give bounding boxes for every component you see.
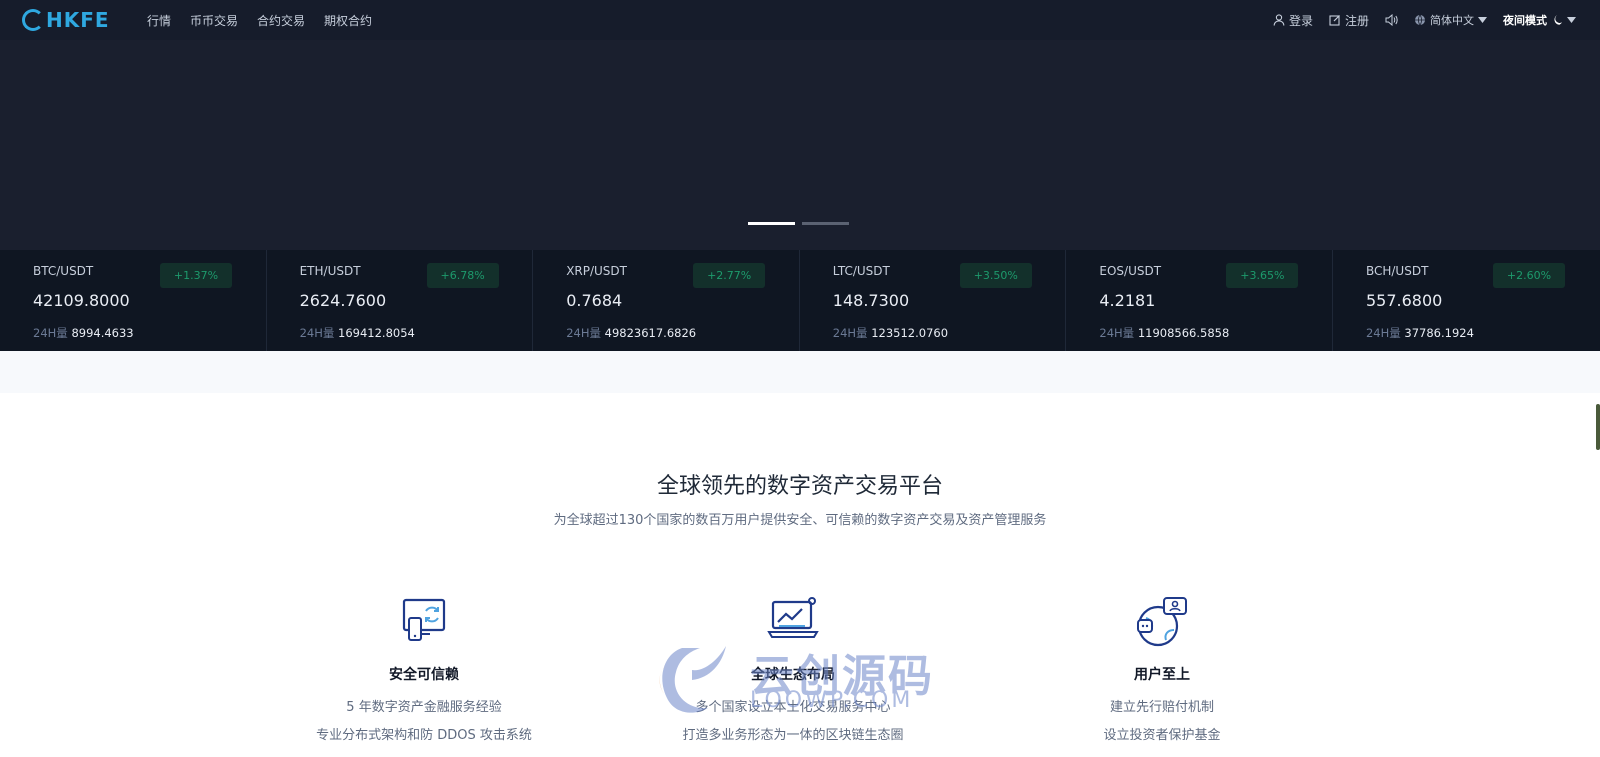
top-nav: HKFE 行情 币币交易 合约交易 期权合约 登录 注册 简体中文 夜间模式 — [0, 0, 1600, 40]
feature-desc-line: 5 年数字资产金融服务经验 — [346, 700, 502, 715]
market-ticker: BTC/USDT +1.37% 42109.8000 24H量 8994.463… — [0, 250, 1600, 351]
carousel-dot-2[interactable] — [802, 222, 849, 225]
ticker-change-badge: +1.37% — [160, 263, 232, 288]
login-label: 登录 — [1288, 13, 1313, 28]
ticker-volume-label: 24H量 — [1099, 326, 1135, 340]
caret-down-icon — [1567, 17, 1576, 23]
watermark: 云创源码 LOOWP.COM — [652, 640, 952, 720]
nav-right: 登录 注册 简体中文 夜间模式 — [1273, 0, 1576, 40]
ticker-pair: BTC/USDT — [33, 264, 94, 278]
feature-desc-line: 设立投资者保护基金 — [1103, 728, 1221, 743]
moon-icon — [1554, 15, 1562, 25]
feature-desc-line: 专业分布式架构和防 DDOS 攻击系统 — [316, 728, 532, 743]
watermark-subtext: LOOWP.COM — [750, 688, 914, 713]
sound-toggle[interactable] — [1385, 14, 1398, 26]
ticker-price: 42109.8000 — [33, 291, 130, 310]
logo-mark-icon — [22, 9, 44, 31]
edit-icon — [1329, 15, 1340, 26]
feature-title: 安全可信赖 — [389, 667, 459, 683]
ticker-price: 2624.7600 — [299, 291, 387, 310]
ticker-card-ltc[interactable]: LTC/USDT +3.50% 148.7300 24H量 123512.076… — [800, 250, 1067, 351]
ticker-pair: LTC/USDT — [832, 264, 890, 278]
ticker-card-xrp[interactable]: XRP/USDT +2.77% 0.7684 24H量 49823617.682… — [533, 250, 800, 351]
ticker-card-bch[interactable]: BCH/USDT +2.60% 557.6800 24H量 37786.1924 — [1333, 250, 1600, 351]
ticker-volume-value: 49823617.6826 — [604, 326, 697, 340]
ticker-volume-label: 24H量 — [299, 326, 335, 340]
language-select[interactable]: 简体中文 — [1414, 12, 1487, 28]
logo-text: HKFE — [46, 8, 110, 32]
ticker-card-btc[interactable]: BTC/USDT +1.37% 42109.8000 24H量 8994.463… — [0, 250, 267, 351]
register-label: 注册 — [1344, 13, 1369, 28]
caret-down-icon — [1478, 17, 1487, 23]
ticker-volume: 24H量 169412.8054 — [300, 325, 415, 341]
nav-link-spot[interactable]: 币币交易 — [190, 12, 238, 29]
ticker-volume-value: 8994.4633 — [71, 326, 134, 340]
register-button[interactable]: 注册 — [1329, 12, 1369, 29]
section-subtitle: 为全球超过130个国家的数百万用户提供安全、可信赖的数字资产交易及资产管理服务 — [553, 513, 1047, 528]
ticker-volume-value: 169412.8054 — [338, 326, 415, 340]
ticker-price: 557.6800 — [1365, 291, 1443, 310]
nav-link-contract[interactable]: 合约交易 — [257, 12, 305, 29]
ticker-pair: ETH/USDT — [299, 264, 361, 278]
main-nav: 行情 币币交易 合约交易 期权合约 — [147, 0, 372, 40]
ticker-volume: 24H量 11908566.5858 — [1099, 325, 1229, 341]
section-title: 全球领先的数字资产交易平台 — [656, 474, 943, 499]
feature-user-first: 用户至上 建立先行赔付机制 设立投资者保护基金 — [1012, 596, 1312, 743]
user-chat-globe-icon — [1137, 597, 1187, 647]
ticker-volume-label: 24H量 — [566, 326, 601, 340]
ticker-volume: 24H量 49823617.6826 — [566, 325, 696, 341]
ticker-change-badge: +6.78% — [426, 263, 499, 288]
ticker-price: 148.7300 — [832, 291, 910, 310]
ticker-volume: 24H量 123512.0760 — [833, 325, 948, 341]
ticker-change-badge: +3.65% — [1226, 263, 1299, 288]
ticker-price: 0.7684 — [566, 291, 623, 310]
carousel-dot-1[interactable] — [748, 222, 795, 225]
speaker-icon — [1385, 14, 1398, 26]
section-divider — [0, 351, 1600, 393]
ticker-card-eos[interactable]: EOS/USDT +3.65% 4.2181 24H量 11908566.585… — [1066, 250, 1333, 351]
scrollbar-thumb[interactable] — [1596, 404, 1600, 450]
feature-desc-line: 建立先行赔付机制 — [1109, 700, 1214, 715]
login-button[interactable]: 登录 — [1273, 12, 1313, 29]
ticker-volume: 24H量 8994.4633 — [33, 325, 134, 341]
ticker-volume-label: 24H量 — [33, 326, 68, 340]
ticker-volume-label: 24H量 — [1365, 326, 1401, 340]
language-label: 简体中文 — [1430, 14, 1474, 27]
feature-security: 安全可信赖 5 年数字资产金融服务经验 专业分布式架构和防 DDOS 攻击系统 — [274, 596, 574, 743]
ticker-price: 4.2181 — [1099, 291, 1156, 310]
banner-carousel[interactable] — [0, 40, 1600, 250]
ticker-change-badge: +2.60% — [1492, 263, 1565, 288]
feature-title: 用户至上 — [1134, 667, 1190, 683]
ticker-pair: EOS/USDT — [1099, 264, 1162, 278]
logo[interactable]: HKFE — [22, 8, 110, 32]
ticker-volume-value: 123512.0760 — [871, 326, 949, 340]
ticker-volume-value: 11908566.5858 — [1137, 326, 1230, 340]
ticker-card-eth[interactable]: ETH/USDT +6.78% 2624.7600 24H量 169412.80… — [267, 250, 534, 351]
ticker-change-badge: +3.50% — [959, 263, 1032, 288]
feature-desc-line: 打造多业务形态为一体的区块链生态圈 — [682, 728, 904, 743]
night-mode-label: 夜间模式 — [1503, 14, 1547, 27]
ticker-volume-label: 24H量 — [832, 326, 868, 340]
watermark-logo-icon — [659, 646, 726, 713]
ticker-pair: BCH/USDT — [1365, 264, 1429, 278]
ticker-volume-value: 37786.1924 — [1404, 326, 1474, 340]
nav-link-market[interactable]: 行情 — [147, 12, 171, 29]
nav-link-options[interactable]: 期权合约 — [324, 12, 372, 29]
user-icon — [1273, 14, 1285, 26]
ticker-pair: XRP/USDT — [566, 264, 627, 278]
ticker-volume: 24H量 37786.1924 — [1366, 325, 1474, 341]
globe-icon — [1415, 14, 1425, 26]
night-mode-toggle[interactable]: 夜间模式 — [1503, 12, 1576, 28]
carousel-indicators — [748, 222, 849, 225]
ticker-change-badge: +2.77% — [693, 263, 766, 288]
secure-device-icon — [402, 598, 446, 641]
